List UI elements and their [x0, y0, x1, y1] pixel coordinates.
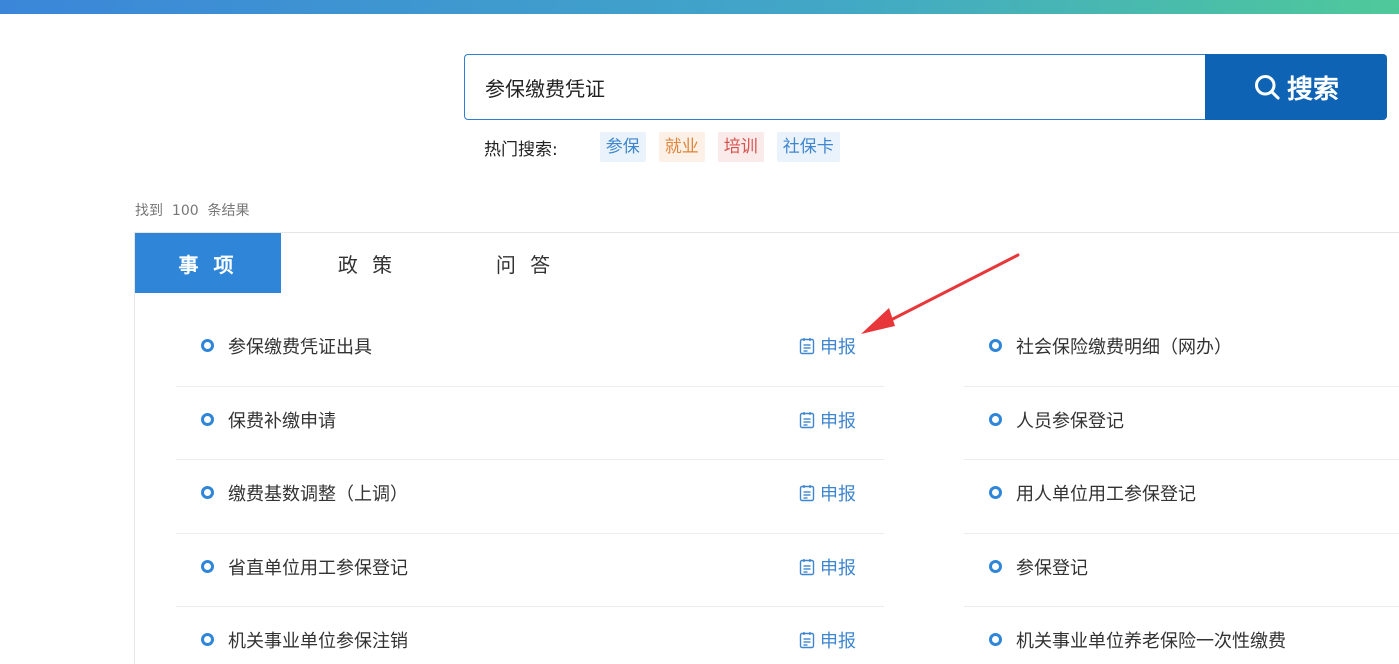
list-item[interactable]: 保费补缴申请 申报	[176, 387, 884, 460]
apply-button[interactable]: 申报	[798, 554, 856, 580]
hot-tag[interactable]: 就业	[658, 132, 705, 162]
hot-tag[interactable]: 社保卡	[776, 132, 840, 162]
result-count-number: 100	[171, 203, 199, 219]
bullet-icon	[989, 412, 1002, 426]
list-item[interactable]: 省直单位用工参保登记 申报	[176, 534, 884, 607]
result-count-prefix: 找到	[135, 203, 163, 219]
top-gradient-bar	[0, 0, 1399, 14]
apply-button[interactable]: 申报	[798, 407, 856, 433]
search-icon	[1254, 74, 1280, 100]
list-item[interactable]: 机关事业单位养老保险一次性缴费	[964, 607, 1399, 664]
search-input[interactable]	[465, 55, 1206, 119]
apply-button[interactable]: 申报	[798, 480, 856, 506]
list-item-title[interactable]: 社会保险缴费明细（网办）	[1016, 333, 1232, 359]
apply-label: 申报	[820, 337, 856, 358]
apply-form-icon	[799, 558, 815, 575]
hot-tag[interactable]: 参保	[599, 132, 646, 162]
tab-policy[interactable]: 政 策	[281, 233, 453, 293]
bullet-icon	[989, 559, 1002, 573]
item-list-right: 社会保险缴费明细（网办） 人员参保登记用人单位用工参保登记 参保登记机关事业单位养老…	[964, 313, 1399, 664]
list-item-title[interactable]: 缴费基数调整（上调）	[228, 480, 408, 506]
list-item[interactable]: 参保登记	[964, 534, 1399, 607]
hot-tag[interactable]: 培训	[717, 132, 764, 162]
apply-label: 申报	[820, 410, 856, 432]
results-panel: 事 项 政 策 问 答 参保缴费凭证出具 申报 保费补缴申请 申报 缴费基数调整（上调）…	[134, 232, 1399, 664]
list-item[interactable]: 参保缴费凭证出具 申报	[176, 313, 884, 387]
tab-qa[interactable]: 问 答	[453, 233, 597, 293]
list-item[interactable]: 用人单位用工参保登记	[964, 460, 1399, 534]
hot-search-bar: 热门搜索: 参保 就业 培训 社保卡	[484, 132, 853, 162]
list-item-title[interactable]: 人员参保登记	[1016, 407, 1124, 433]
list-item-title[interactable]: 参保缴费凭证出具	[228, 333, 372, 359]
list-item-title[interactable]: 参保登记	[1016, 554, 1088, 580]
bullet-icon	[201, 633, 214, 646]
bullet-icon	[201, 412, 214, 426]
list-item-title[interactable]: 省直单位用工参保登记	[228, 554, 408, 580]
bullet-icon	[201, 339, 214, 352]
list-item[interactable]: 人员参保登记	[964, 387, 1399, 460]
bullet-icon	[989, 633, 1002, 646]
apply-form-icon	[799, 338, 815, 355]
search-button-label: 搜索	[1286, 74, 1339, 105]
result-count: 找到 100 条结果	[135, 200, 250, 220]
bullet-icon	[989, 486, 1002, 499]
list-item-title[interactable]: 用人单位用工参保登记	[1016, 480, 1196, 506]
list-item-title[interactable]: 保费补缴申请	[228, 407, 336, 433]
result-tabs: 事 项 政 策 问 答	[135, 233, 597, 293]
apply-label: 申报	[820, 557, 856, 579]
item-list-left: 参保缴费凭证出具 申报 保费补缴申请 申报 缴费基数调整（上调） 申报 省直单位用工参保登记…	[176, 313, 884, 664]
apply-label: 申报	[820, 631, 856, 652]
search-button[interactable]: 搜索	[1205, 54, 1387, 120]
search-box	[464, 54, 1206, 120]
apply-button[interactable]: 申报	[798, 333, 856, 359]
list-item-title[interactable]: 机关事业单位参保注销	[228, 627, 408, 653]
list-item[interactable]: 机关事业单位参保注销 申报	[176, 607, 884, 664]
list-item-title[interactable]: 机关事业单位养老保险一次性缴费	[1016, 627, 1286, 653]
apply-form-icon	[799, 411, 815, 428]
bullet-icon	[989, 339, 1002, 352]
list-item[interactable]: 社会保险缴费明细（网办）	[964, 313, 1399, 387]
tab-items[interactable]: 事 项	[135, 233, 281, 293]
apply-form-icon	[799, 632, 815, 649]
list-item[interactable]: 缴费基数调整（上调） 申报	[176, 460, 884, 534]
result-count-suffix: 条结果	[207, 203, 250, 219]
apply-form-icon	[799, 485, 815, 502]
hot-search-label: 热门搜索:	[484, 139, 558, 160]
apply-label: 申报	[820, 484, 856, 505]
apply-button[interactable]: 申报	[798, 627, 856, 653]
bullet-icon	[201, 559, 214, 573]
bullet-icon	[201, 486, 214, 499]
